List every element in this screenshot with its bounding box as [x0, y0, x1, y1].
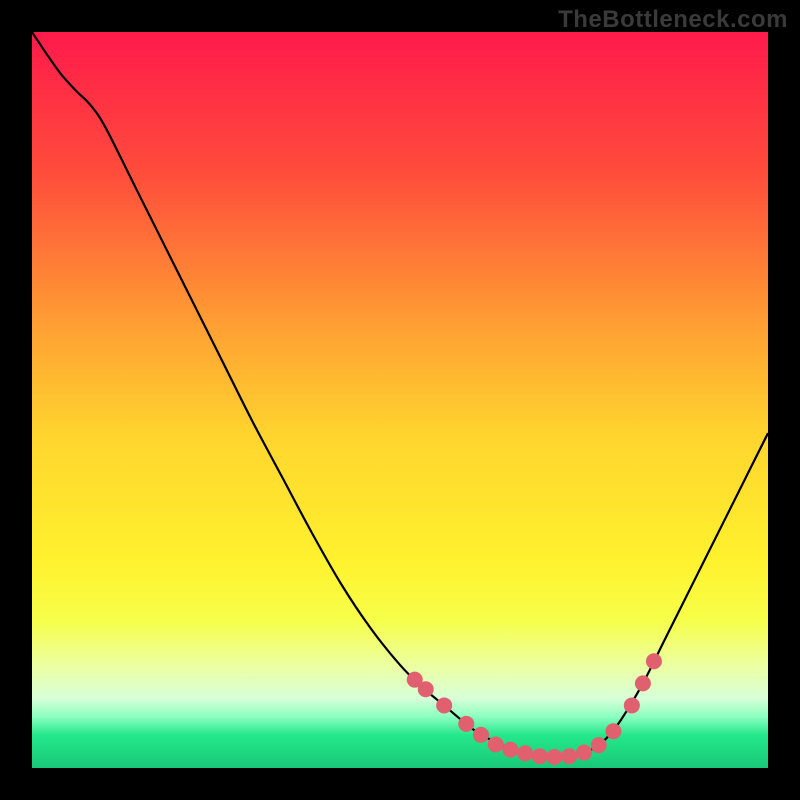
highlight-dot — [517, 745, 533, 761]
highlight-dot — [591, 737, 607, 753]
highlight-dot — [624, 697, 640, 713]
watermark-text: TheBottleneck.com — [558, 6, 788, 34]
highlight-dot — [605, 723, 621, 739]
highlight-dot — [576, 745, 592, 761]
highlight-dot — [488, 736, 504, 752]
highlight-dot — [635, 675, 651, 691]
highlight-dot — [532, 748, 548, 764]
chart-frame: TheBottleneck.com — [0, 0, 800, 800]
highlight-dot — [418, 681, 434, 697]
bottleneck-chart — [0, 0, 800, 800]
highlight-dot — [561, 748, 577, 764]
highlight-dot — [458, 716, 474, 732]
highlight-dot — [473, 727, 489, 743]
highlight-dot — [436, 697, 452, 713]
highlight-dot — [502, 742, 518, 758]
highlight-dot — [547, 749, 563, 765]
highlight-dot — [646, 653, 662, 669]
